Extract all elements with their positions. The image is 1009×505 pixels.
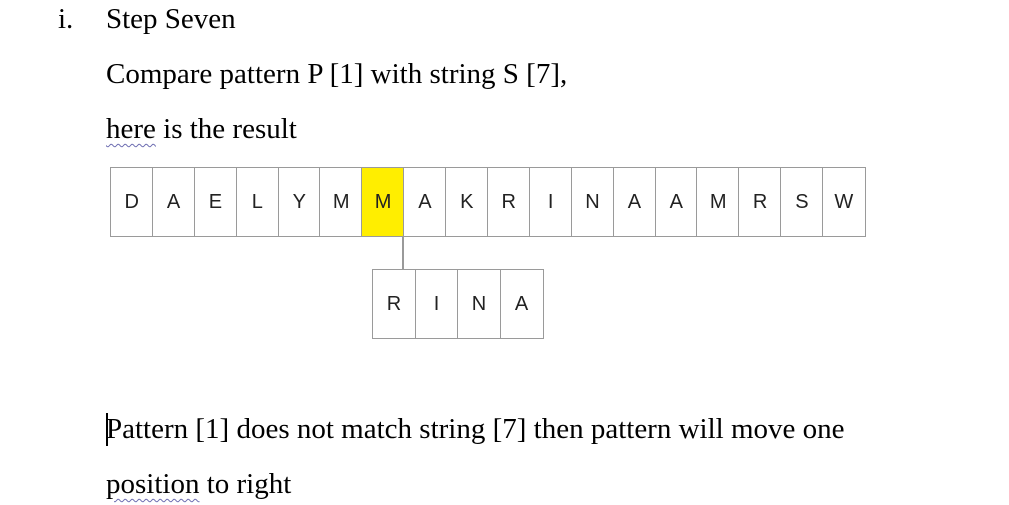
explanation-line-2-rest: to right	[199, 468, 292, 500]
string-cell-1: D	[110, 167, 154, 237]
string-array: DAELYMMAKRINAAMRSW	[110, 167, 866, 237]
string-cell-16: R	[738, 167, 782, 237]
string-cell-10: R	[487, 167, 531, 237]
string-cell-6: M	[319, 167, 363, 237]
string-cell-8: A	[403, 167, 447, 237]
string-cell-3: E	[193, 167, 238, 237]
pattern-array: RINA	[372, 269, 544, 339]
string-cell-7: M	[361, 167, 405, 237]
step-heading: Step Seven	[106, 3, 236, 35]
string-cell-12: N	[570, 167, 615, 237]
spellcheck-word-position: position	[106, 468, 200, 500]
string-cell-9: K	[445, 167, 489, 237]
pattern-cell-2: I	[414, 269, 459, 339]
result-line: here is the result	[106, 112, 297, 146]
string-cell-11: I	[528, 167, 573, 237]
string-cell-15: M	[696, 167, 740, 237]
string-cell-13: A	[612, 167, 657, 237]
explanation-line-2: position to right	[106, 467, 291, 501]
string-cell-14: A	[654, 167, 698, 237]
pattern-cell-3: N	[457, 269, 501, 339]
comparison-connector	[402, 236, 404, 269]
compare-line: Compare pattern P [1] with string S [7],	[106, 58, 568, 90]
string-cell-5: Y	[277, 167, 321, 237]
pattern-cell-4: A	[499, 269, 544, 339]
string-cell-17: S	[780, 167, 824, 237]
pattern-cell-1: R	[372, 269, 416, 339]
list-marker: i.	[58, 3, 74, 35]
string-cell-2: A	[151, 167, 196, 237]
string-cell-4: L	[235, 167, 280, 237]
explanation-line-1: Pattern [1] does not match string [7] th…	[106, 413, 845, 445]
spellcheck-word-here: here	[106, 113, 156, 145]
result-line-rest: is the result	[155, 113, 297, 145]
string-cell-18: W	[822, 167, 866, 237]
